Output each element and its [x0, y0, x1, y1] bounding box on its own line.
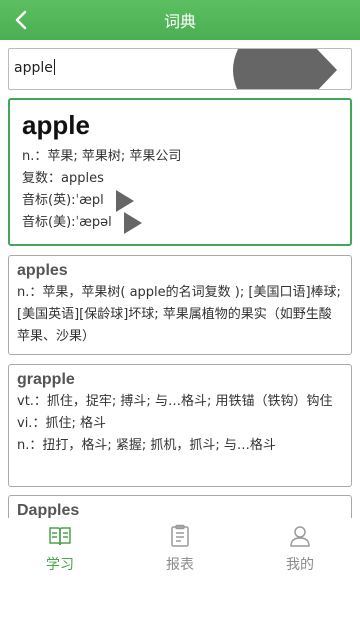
- tab-report-label: 报表: [166, 557, 194, 573]
- search-box[interactable]: apple: [8, 48, 352, 90]
- main-entry-card[interactable]: apple n.：苹果; 苹果树; 苹果公司 复数：apples 音标(英):ˈ…: [8, 98, 352, 246]
- text-caret: [53, 59, 55, 75]
- entry-plural: 复数：apples: [22, 171, 104, 186]
- tab-mine[interactable]: 我的: [240, 518, 360, 618]
- result-card[interactable]: apples n.：苹果，苹果树( apple的名词复数 ); [美国口语]棒球…: [8, 255, 352, 355]
- back-arrow-icon[interactable]: [10, 8, 34, 32]
- bottom-tab-bar: 学习 报表 我的: [0, 518, 360, 618]
- tab-study-label: 学习: [46, 557, 74, 573]
- entry-word: apple: [22, 110, 90, 140]
- result-headword: apples: [17, 262, 68, 279]
- result-card[interactable]: grapple vt.：抓住，捉牢; 搏斗; 与…格斗; 用铁锚（铁钩）钩住 v…: [8, 364, 352, 487]
- tab-mine-label: 我的: [286, 557, 314, 573]
- user-icon: [290, 526, 310, 547]
- uk-phonetic-row: 音标(英):ˈæpl: [22, 190, 338, 212]
- search-go-arrow-icon[interactable]: [225, 48, 337, 90]
- result-definition: vt.：抓住，捉牢; 搏斗; 与…格斗; 用铁锚（铁钩）钩住 vi.：抓住; 格…: [17, 394, 333, 453]
- uk-phonetic: 音标(英):ˈæpl: [22, 193, 104, 208]
- us-phonetic: 音标(美):ˈæpəl: [22, 215, 112, 230]
- play-uk-audio-icon[interactable]: [115, 190, 134, 212]
- book-icon: [49, 527, 71, 546]
- tab-report[interactable]: 报表: [120, 518, 240, 618]
- app-header: 词典: [0, 0, 360, 40]
- search-input[interactable]: apple: [14, 59, 55, 76]
- us-phonetic-row: 音标(美):ˈæpəl: [22, 212, 338, 234]
- result-headword: grapple: [17, 371, 75, 388]
- clipboard-icon: [171, 524, 189, 547]
- play-us-audio-icon[interactable]: [123, 212, 142, 234]
- page-title: 词典: [163, 12, 196, 31]
- entry-definition: n.：苹果; 苹果树; 苹果公司: [22, 149, 182, 164]
- result-definition: n.：苹果，苹果树( apple的名词复数 ); [美国口语]棒球; [美国英语…: [17, 285, 341, 344]
- tab-study[interactable]: 学习: [0, 518, 120, 618]
